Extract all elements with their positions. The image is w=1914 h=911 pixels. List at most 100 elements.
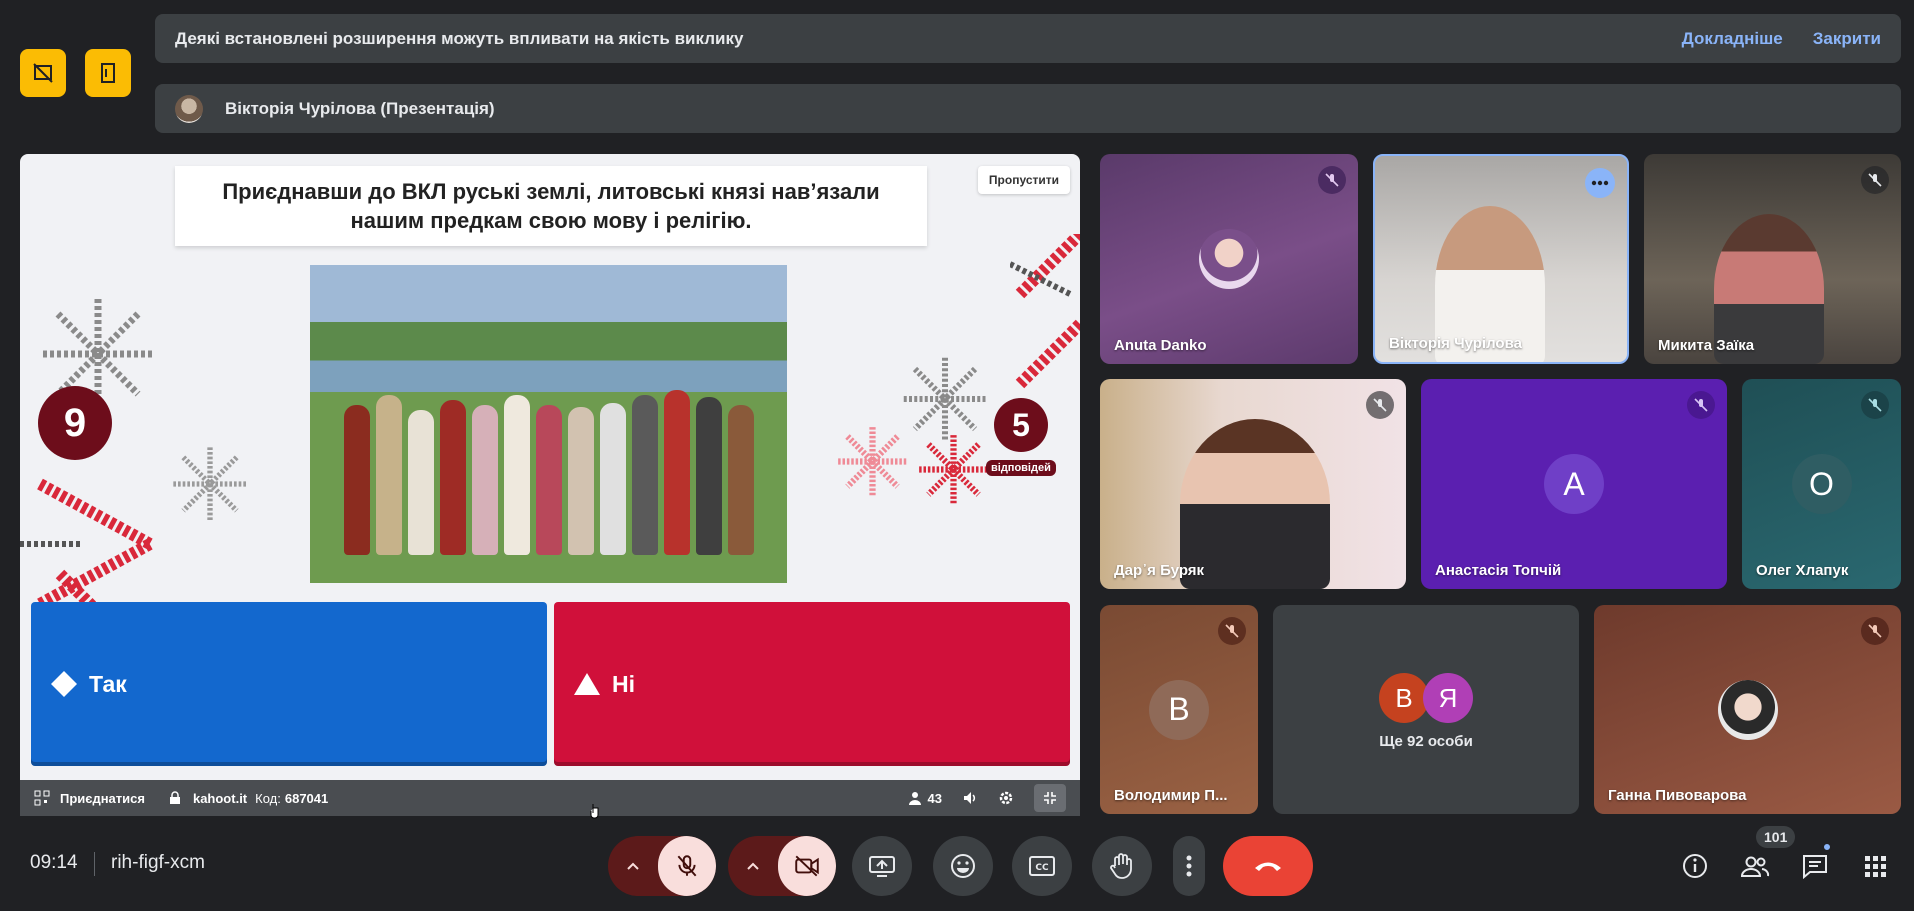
camera-control-group <box>728 836 836 896</box>
mic-off-icon <box>677 855 697 877</box>
meeting-details-button[interactable] <box>1678 849 1712 883</box>
muted-mic-icon <box>1218 617 1246 645</box>
extensions-warning-banner: Деякі встановлені розширення можуть впли… <box>155 14 1901 63</box>
others-tile[interactable]: В Я Ще 92 особи <box>1273 605 1579 814</box>
mic-options-button[interactable] <box>608 836 658 896</box>
shared-presentation: Приєднавши до ВКЛ руські землі, литовськ… <box>20 154 1080 816</box>
answers-label: відповідей <box>986 460 1056 476</box>
participant-name: Олег Хлапук <box>1756 562 1849 579</box>
participant-name: Микита Заїка <box>1658 337 1755 354</box>
warning-text: Деякі встановлені розширення можуть впли… <box>175 28 744 48</box>
meeting-code: rih-figf-xcm <box>111 852 205 873</box>
participant-avatar: О <box>1791 454 1852 514</box>
answer-no-button[interactable]: Ні <box>554 602 1070 766</box>
participants-count-badge: 101 <box>1756 826 1796 848</box>
more-vert-icon <box>1186 855 1192 877</box>
participant-name: Дар᾽я Буряк <box>1114 562 1205 579</box>
settings-gear-icon[interactable] <box>998 790 1014 806</box>
closed-captions-icon: CC <box>1029 856 1055 876</box>
volume-icon[interactable] <box>962 790 978 806</box>
muted-mic-icon <box>1861 617 1889 645</box>
participant-name: Володимир П... <box>1114 787 1228 804</box>
more-options-icon[interactable] <box>1585 168 1615 198</box>
pink-snowflake-ornament-icon <box>838 427 907 496</box>
chat-button[interactable] <box>1798 849 1832 883</box>
camera-options-button[interactable] <box>728 836 778 896</box>
chevron-up-icon <box>627 862 639 870</box>
toggle-mic-button[interactable] <box>658 836 716 896</box>
snowflake-ornament-icon <box>903 357 987 441</box>
reactions-button[interactable] <box>933 836 993 896</box>
kahoot-bar: Приєднатися kahoot.it Код: 687041 43 <box>20 780 1080 816</box>
join-button[interactable]: Приєднатися <box>34 790 145 806</box>
apps-grid-icon <box>1865 856 1886 877</box>
no-video-grid-icon <box>33 63 53 83</box>
close-banner-button[interactable]: Закрити <box>1813 29 1881 49</box>
people-button[interactable] <box>1738 849 1772 883</box>
people-icon <box>1740 856 1770 877</box>
participant-avatar <box>1199 229 1259 289</box>
answers-count: 5 <box>994 398 1048 452</box>
diamond-icon <box>51 671 77 697</box>
others-count-text: Ще 92 особи <box>1379 733 1473 750</box>
raise-hand-button[interactable] <box>1092 836 1152 896</box>
muted-mic-icon <box>1861 391 1889 419</box>
toggle-camera-button[interactable] <box>778 836 836 896</box>
participant-tile[interactable]: Микита Заїка <box>1644 154 1901 364</box>
triangle-icon <box>574 673 600 695</box>
lock-icon <box>169 791 180 804</box>
participant-tile[interactable]: В Володимир П... <box>1100 605 1258 814</box>
more-options-button[interactable] <box>1173 836 1205 896</box>
answer-yes-button[interactable]: Так <box>31 602 547 766</box>
skip-button[interactable]: Пропустити <box>977 166 1070 194</box>
participant-tile[interactable]: Anuta Danko <box>1100 154 1358 364</box>
clock-time: 09:14 <box>30 852 78 873</box>
exit-fullscreen-icon <box>1044 792 1056 804</box>
captions-button[interactable]: CC <box>1012 836 1072 896</box>
countdown-timer: 9 <box>38 386 112 460</box>
chat-notification-dot <box>1822 842 1832 852</box>
muted-mic-icon <box>1687 391 1715 419</box>
muted-mic-icon <box>1318 166 1346 194</box>
participant-name: Ганна Пивоварова <box>1608 787 1747 804</box>
raise-hand-icon <box>1110 853 1132 879</box>
game-code: 687041 <box>284 790 329 806</box>
leave-call-button[interactable] <box>1223 836 1313 896</box>
others-avatar: В <box>1379 673 1429 723</box>
hang-up-icon <box>1255 862 1281 871</box>
participant-name: Anuta Danko <box>1114 337 1207 354</box>
others-avatar: Я <box>1423 673 1473 723</box>
participant-name: Анастасія Топчій <box>1435 562 1562 579</box>
participant-avatar: В <box>1149 679 1209 740</box>
learn-more-link[interactable]: Докладніше <box>1682 29 1783 49</box>
emoji-icon <box>951 854 975 878</box>
participant-tile[interactable]: Дар᾽я Буряк <box>1100 379 1406 589</box>
kahoot-site: kahoot.it <box>192 790 248 806</box>
camera-off-icon <box>795 855 819 877</box>
participant-tile[interactable]: Ганна Пивоварова <box>1594 605 1901 814</box>
snowflake-ornament-icon <box>173 447 247 521</box>
presenter-text: Вікторія Чурілова (Презентація) <box>225 98 495 118</box>
muted-mic-icon <box>1366 391 1394 419</box>
answer-no-label: Ні <box>612 670 635 697</box>
presenter-avatar <box>175 94 203 123</box>
red-snowflake-ornament-icon <box>919 435 988 504</box>
participant-avatar <box>1717 679 1778 740</box>
participant-tile-active-speaker[interactable]: Вікторія Чурілова <box>1373 154 1629 364</box>
activities-button[interactable] <box>1858 849 1892 883</box>
participant-tile[interactable]: А Анастасія Топчій <box>1421 379 1727 589</box>
mouse-pointer-icon <box>590 804 599 819</box>
players-count: 43 <box>908 791 942 806</box>
presenter-banner[interactable]: Вікторія Чурілова (Презентація) <box>155 84 1901 133</box>
qr-code-icon <box>34 790 50 806</box>
person-icon <box>908 792 921 805</box>
door-button[interactable] <box>85 49 131 97</box>
participant-tile[interactable]: О Олег Хлапук <box>1742 379 1901 589</box>
present-screen-button[interactable] <box>852 836 912 896</box>
exit-fullscreen-button[interactable] <box>1034 784 1066 812</box>
question-image <box>310 265 787 583</box>
muted-mic-icon <box>1861 166 1889 194</box>
info-icon <box>1683 854 1707 878</box>
chevron-up-icon <box>747 862 759 870</box>
layout-icon-button[interactable] <box>20 49 66 97</box>
